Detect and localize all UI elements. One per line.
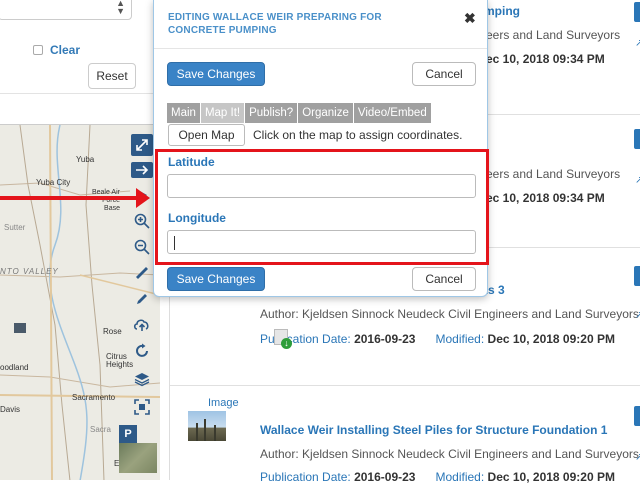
cancel-button-top[interactable]: Cancel — [412, 62, 476, 86]
select-arrows-icon: ▲ ▼ — [116, 0, 125, 16]
item-author: eers and Land Surveyors — [486, 167, 621, 181]
list-item: Image Wallace Weir Installing Steel Pile… — [170, 386, 640, 484]
divider — [154, 48, 487, 49]
item-title[interactable]: mping — [484, 4, 520, 18]
pub-label: Publication Date: — [260, 470, 351, 484]
dialog-tabs: Main Map It! Publish? Organize Video/Emb… — [167, 103, 432, 123]
share-icon[interactable]: ↗ — [635, 38, 640, 49]
map-label-valley: NTO VALLEY — [0, 267, 59, 276]
clear-label[interactable]: Clear — [50, 43, 80, 57]
tab-main[interactable]: Main — [167, 103, 200, 123]
filter-row: Clear Reset — [0, 34, 170, 94]
parking-layer-button[interactable]: P — [119, 425, 137, 443]
pencil-icon[interactable] — [131, 288, 153, 310]
clear-checkbox[interactable] — [33, 45, 43, 55]
mod-value: Dec 10, 2018 09:20 PM — [487, 470, 615, 484]
item-modified: ec 10, 2018 09:34 PM — [486, 191, 605, 205]
arrow-right-icon[interactable] — [131, 162, 153, 178]
tab-map-it[interactable]: Map It! — [200, 103, 245, 123]
reset-button[interactable]: Reset — [88, 63, 136, 89]
close-icon[interactable]: ✖ — [464, 10, 476, 27]
mod-label: Modified: — [435, 332, 485, 346]
mod-label: Modified: — [435, 470, 485, 484]
download-file-icon[interactable]: ↓ — [274, 329, 292, 349]
map-label-beale: Beale Air Force Base — [91, 189, 120, 212]
item-thumbnail[interactable] — [188, 411, 226, 441]
item-title[interactable]: Wallace Weir Installing Steel Piles for … — [260, 423, 607, 437]
share-icon[interactable]: ↗ — [635, 310, 640, 321]
tab-publish[interactable]: Publish? — [245, 103, 298, 123]
tab-organize[interactable]: Organize — [298, 103, 353, 123]
layers-icon[interactable] — [131, 368, 153, 390]
zoom-in-icon[interactable] — [131, 210, 153, 232]
zoom-out-icon[interactable] — [131, 236, 153, 258]
item-author: eers and Land Surveyors — [486, 28, 621, 42]
filter-select[interactable]: ▲ ▼ — [0, 0, 132, 20]
pub-value: 2016-09-23 — [354, 470, 416, 484]
open-map-button[interactable]: Open Map — [168, 124, 245, 146]
mod-value: Dec 10, 2018 09:20 PM — [487, 332, 615, 346]
item-action-button[interactable] — [634, 129, 640, 149]
item-type-label: Image — [208, 397, 239, 409]
item-action-button[interactable] — [634, 406, 640, 426]
dialog-title: EDITING WALLACE WEIR PREPARING FOR CONCR… — [168, 12, 382, 36]
map-label-sacra: Sacra — [90, 425, 111, 434]
expand-icon[interactable] — [131, 134, 153, 156]
annotation-arrow-head — [136, 188, 150, 208]
map-label-yuba-city: Yuba City — [36, 178, 71, 187]
upload-icon[interactable] — [131, 314, 153, 336]
fullscreen-icon[interactable] — [131, 396, 153, 418]
item-modified: ec 10, 2018 09:34 PM — [486, 52, 605, 66]
save-changes-button-top[interactable]: Save Changes — [167, 62, 265, 86]
map-label-sutter: Sutter — [4, 223, 26, 232]
item-action-button[interactable] — [634, 266, 640, 286]
map-label-yuba: Yuba — [76, 155, 95, 164]
map-label-citrus: Citrus Heights — [106, 352, 134, 369]
tab-video-embed[interactable]: Video/Embed — [353, 103, 431, 123]
item-dates: Publication Date: 2016-09-23 Modified: D… — [260, 470, 615, 484]
refresh-icon[interactable] — [131, 340, 153, 362]
map-label-rose: Rose — [103, 327, 122, 336]
annotation-highlight-box — [155, 149, 489, 265]
pub-value: 2016-09-23 — [354, 332, 416, 346]
map-label-davis: Davis — [0, 405, 21, 414]
download-arrow-icon: ↓ — [281, 338, 292, 349]
item-action-button[interactable] — [634, 2, 640, 22]
basemap-thumbnail[interactable] — [119, 443, 157, 473]
cancel-button-bottom[interactable]: Cancel — [412, 267, 476, 291]
left-panel: ▲ ▼ Clear Reset Yuba Yuba City Beale Air … — [0, 0, 170, 480]
item-author: Author: Kjeldsen Sinnock Neudeck Civil E… — [260, 447, 639, 461]
map-label-woodland: oodland — [0, 363, 29, 372]
map-hint-text: Click on the map to assign coordinates. — [253, 128, 463, 142]
item-dates: Publication Date: 2016-09-23 Modified: D… — [260, 332, 615, 346]
item-author: Author: Kjeldsen Sinnock Neudeck Civil E… — [260, 307, 639, 321]
ruler-icon[interactable] — [131, 262, 153, 284]
save-changes-button-bottom[interactable]: Save Changes — [167, 267, 265, 291]
annotation-arrow-line — [0, 196, 140, 200]
share-icon[interactable]: ↗ — [635, 452, 640, 463]
map-label-sacramento: Sacramento — [72, 393, 116, 402]
share-icon[interactable]: ↗ — [635, 175, 640, 186]
